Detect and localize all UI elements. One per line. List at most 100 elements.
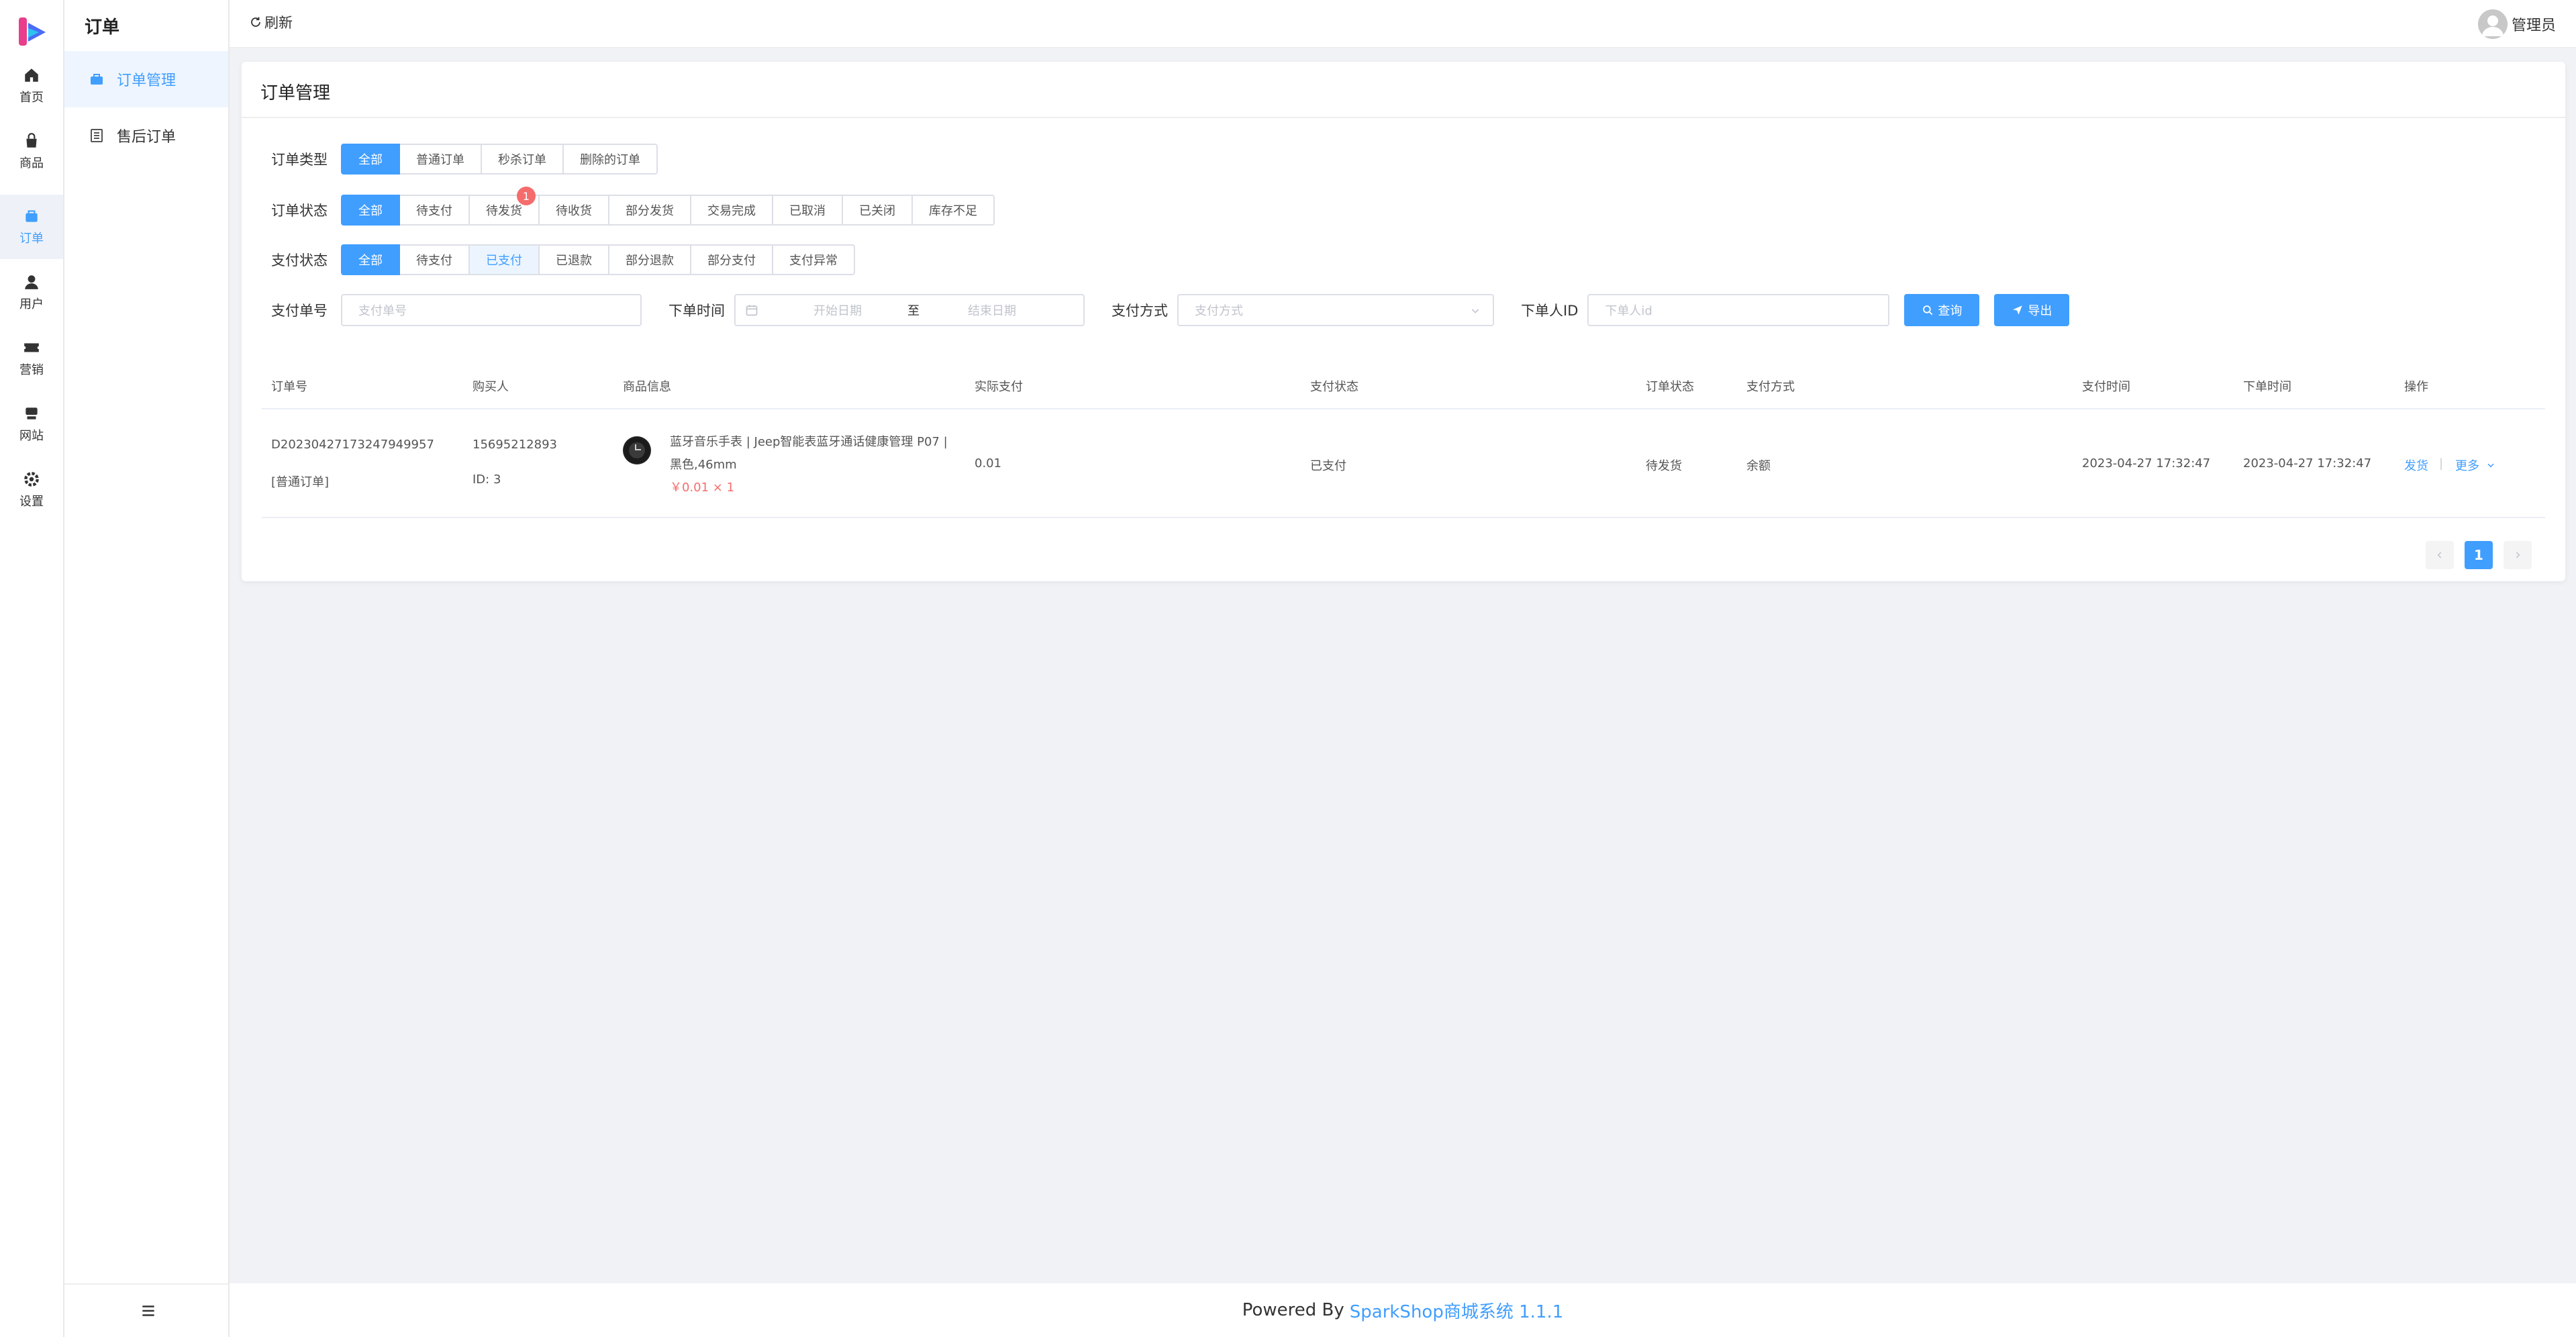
submenu-item-order-manage[interactable]: 订单管理 (64, 51, 228, 107)
submenu-item-label: 售后订单 (117, 129, 177, 146)
search-row: 支付单号 支付单号 下单时间 开始日期 至 结束日期 支付方式 支付方式 下单人… (271, 294, 2070, 326)
rail-item-goods[interactable]: 商品 (0, 119, 63, 184)
chevron-down-icon (1471, 309, 1479, 313)
cell-order-status: 待发货 (1646, 459, 1682, 473)
ship-link[interactable]: 发货 (2404, 456, 2428, 474)
field-label: 下单时间 (668, 303, 725, 319)
input-placeholder: 支付单号 (358, 304, 407, 318)
order-status-cancelled[interactable]: 已取消 (772, 195, 843, 226)
button-label: 查询 (1938, 304, 1963, 318)
refresh-icon (251, 17, 260, 27)
pay-status-paid[interactable]: 已支付 (468, 244, 540, 275)
field-label: 支付方式 (1111, 303, 1168, 319)
seg-label: 待发货 (486, 204, 522, 218)
icon-rail: 首页 商品 订单 用户 营销 网站 设置 (0, 0, 64, 1337)
order-status-to-receive[interactable]: 待收货 (538, 195, 609, 226)
button-label: 导出 (2028, 304, 2052, 318)
order-status-closed[interactable]: 已关闭 (842, 195, 913, 226)
rail-item-settings[interactable]: 设置 (0, 458, 63, 522)
more-label: 更多 (2455, 459, 2479, 473)
order-status-out-of-stock[interactable]: 库存不足 (911, 195, 995, 226)
pay-status-unpaid[interactable]: 待支付 (399, 244, 470, 275)
order-type-seckill[interactable]: 秒杀订单 (481, 144, 564, 175)
user-menu[interactable]: 管理员 (2477, 9, 2556, 39)
pay-status-partial-refund[interactable]: 部分退款 (608, 244, 691, 275)
footer-brand-link[interactable]: SparkShop商城系统 1.1.1 (1350, 1298, 1564, 1323)
order-time-range[interactable]: 开始日期 至 结束日期 (734, 294, 1085, 326)
cell-goods-name: 蓝牙音乐手表 | Jeep智能表蓝牙通话健康管理 P07 | (670, 435, 948, 449)
footer: Powered By SparkShop商城系统 1.1.1 (230, 1283, 2576, 1337)
cell-pay-time: 2023-04-27 17:32:47 (2082, 456, 2211, 471)
end-date-placeholder: 结束日期 (968, 304, 1016, 318)
order-type-deleted[interactable]: 删除的订单 (562, 144, 658, 175)
order-icon (91, 74, 103, 85)
prev-page-button[interactable] (2426, 541, 2454, 569)
input-placeholder: 下单人id (1605, 304, 1652, 318)
cell-buyer-phone: 15695212893 (473, 438, 557, 452)
ticket-icon (24, 343, 39, 352)
order-icon (26, 210, 38, 222)
more-dropdown[interactable]: 更多 (2455, 456, 2495, 474)
export-button[interactable]: 导出 (1994, 294, 2070, 326)
action-separator: | (2439, 456, 2444, 471)
order-type-normal[interactable]: 普通订单 (399, 144, 482, 175)
pay-status-error[interactable]: 支付异常 (772, 244, 855, 275)
cell-buyer-id: ID: 3 (473, 473, 501, 487)
order-status-unpaid[interactable]: 待支付 (399, 195, 470, 226)
query-button[interactable]: 查询 (1904, 294, 1980, 326)
table-header-divider (262, 408, 2545, 409)
submenu-title: 订单 (85, 17, 120, 38)
rail-item-order[interactable]: 订单 (0, 195, 63, 259)
col-header-order-time: 下单时间 (2243, 380, 2291, 394)
col-header-pay-method: 支付方式 (1746, 380, 1795, 394)
order-manage-card: 订单管理 订单类型 全部 普通订单 秒杀订单 删除的订单 订单状态 全部 待支付… (242, 62, 2565, 581)
rail-item-marketing[interactable]: 营销 (0, 326, 63, 391)
top-bar: 刷新 管理员 (230, 0, 2576, 48)
rail-item-home[interactable]: 首页 (0, 54, 63, 118)
col-header-buyer: 购买人 (473, 380, 509, 394)
cell-pay-status: 已支付 (1310, 459, 1346, 473)
logo-icon[interactable] (16, 15, 50, 48)
refresh-button[interactable]: 刷新 (250, 12, 293, 32)
rail-item-label: 首页 (19, 91, 44, 105)
range-separator: 至 (907, 304, 920, 318)
goods-thumbnail[interactable] (623, 436, 651, 464)
pay-status-refunded[interactable]: 已退款 (538, 244, 609, 275)
avatar (2477, 9, 2508, 39)
page-number[interactable]: 1 (2465, 541, 2493, 569)
cell-goods-spec: 黑色,46mm (670, 458, 737, 472)
pay-method-select[interactable]: 支付方式 (1177, 294, 1494, 326)
order-status-to-ship[interactable]: 待发货 1 (468, 187, 540, 226)
field-label: 下单人ID (1521, 303, 1579, 319)
rail-item-label: 用户 (19, 297, 44, 311)
user-id-input[interactable]: 下单人id (1587, 294, 1890, 326)
gear-icon (24, 472, 39, 487)
refresh-label: 刷新 (264, 15, 293, 31)
pay-status-all[interactable]: 全部 (341, 244, 400, 275)
rail-item-label: 营销 (19, 363, 44, 377)
filter-label: 支付状态 (271, 252, 328, 268)
rail-item-user[interactable]: 用户 (0, 260, 63, 325)
next-page-button[interactable] (2504, 541, 2532, 569)
card-header-divider (242, 117, 2565, 118)
rail-item-website[interactable]: 网站 (0, 392, 63, 456)
cell-order-type: [普通订单] (271, 475, 330, 489)
menu-collapse-icon[interactable] (140, 1302, 157, 1320)
order-status-partial-ship[interactable]: 部分发货 (608, 195, 691, 226)
order-type-group: 全部 普通订单 秒杀订单 删除的订单 (341, 144, 658, 175)
cell-paid: 0.01 (975, 456, 1002, 471)
send-icon (2013, 305, 2023, 315)
filter-pay-status: 支付状态 全部 待支付 已支付 已退款 部分退款 部分支付 支付异常 (271, 244, 855, 275)
rail-item-label: 网站 (19, 429, 44, 443)
order-status-complete[interactable]: 交易完成 (690, 195, 773, 226)
col-header-paid: 实际支付 (975, 380, 1023, 394)
order-status-group: 全部 待支付 待发货 1 待收货 部分发货 交易完成 已取消 已关闭 库存不足 (341, 187, 995, 226)
filter-order-type: 订单类型 全部 普通订单 秒杀订单 删除的订单 (271, 144, 658, 175)
submenu-item-after-sale[interactable]: 售后订单 (64, 107, 228, 164)
select-placeholder: 支付方式 (1195, 304, 1243, 318)
cell-order-time: 2023-04-27 17:32:47 (2243, 456, 2372, 471)
order-type-all[interactable]: 全部 (341, 144, 400, 175)
pay-no-input[interactable]: 支付单号 (341, 294, 642, 326)
pay-status-partial-pay[interactable]: 部分支付 (690, 244, 773, 275)
order-status-all[interactable]: 全部 (341, 195, 400, 226)
